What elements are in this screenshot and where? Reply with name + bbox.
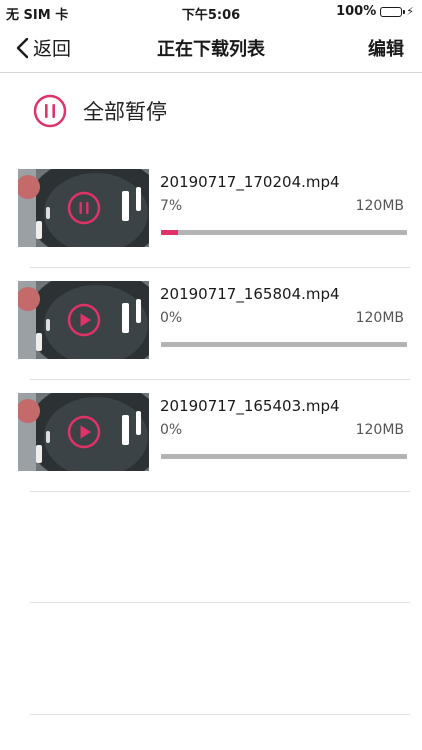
file-name: 20190717_165403.mp4 <box>160 397 340 415</box>
video-thumbnail[interactable] <box>18 169 149 247</box>
pause-circle-icon <box>33 94 67 128</box>
progress-percent: 0% <box>160 310 183 326</box>
play-icon[interactable] <box>67 303 101 337</box>
play-icon[interactable] <box>67 415 101 449</box>
progress-bar <box>161 454 407 459</box>
progress-bar <box>161 342 407 347</box>
pause-icon[interactable] <box>67 191 101 225</box>
battery-icon <box>380 6 406 17</box>
download-row[interactable]: 20190717_165804.mp4 0% 120MB <box>0 268 422 380</box>
edit-button[interactable]: 编辑 <box>368 35 404 61</box>
chevron-left-icon <box>16 37 29 58</box>
progress-fill <box>161 230 179 235</box>
file-size: 120MB <box>355 198 404 214</box>
progress-percent: 7% <box>160 198 183 214</box>
back-label: 返回 <box>33 38 72 60</box>
pause-all-button[interactable]: 全部暂停 <box>33 94 167 128</box>
charging-icon: ⚡ <box>406 5 414 18</box>
file-name: 20190717_170204.mp4 <box>160 173 340 191</box>
battery-indicator: 100% ⚡ <box>336 4 414 19</box>
download-row[interactable]: 20190717_170204.mp4 7% 120MB <box>0 156 422 268</box>
empty-row-divider <box>30 714 410 715</box>
file-name: 20190717_165804.mp4 <box>160 285 340 303</box>
empty-row-divider <box>30 602 410 603</box>
nav-bar: 返回 正在下载列表 编辑 <box>0 22 422 73</box>
video-thumbnail[interactable] <box>18 281 149 359</box>
file-size: 120MB <box>355 310 404 326</box>
video-thumbnail[interactable] <box>18 393 149 471</box>
back-button[interactable]: 返回 <box>16 34 71 61</box>
battery-percent: 100% <box>336 4 377 19</box>
pause-all-label: 全部暂停 <box>83 100 167 124</box>
progress-bar <box>161 230 407 235</box>
row-divider <box>30 491 410 492</box>
file-size: 120MB <box>355 422 404 438</box>
progress-percent: 0% <box>160 422 183 438</box>
status-bar: 无 SIM 卡 下午5:06 100% ⚡ <box>0 0 422 23</box>
download-row[interactable]: 20190717_165403.mp4 0% 120MB <box>0 380 422 492</box>
